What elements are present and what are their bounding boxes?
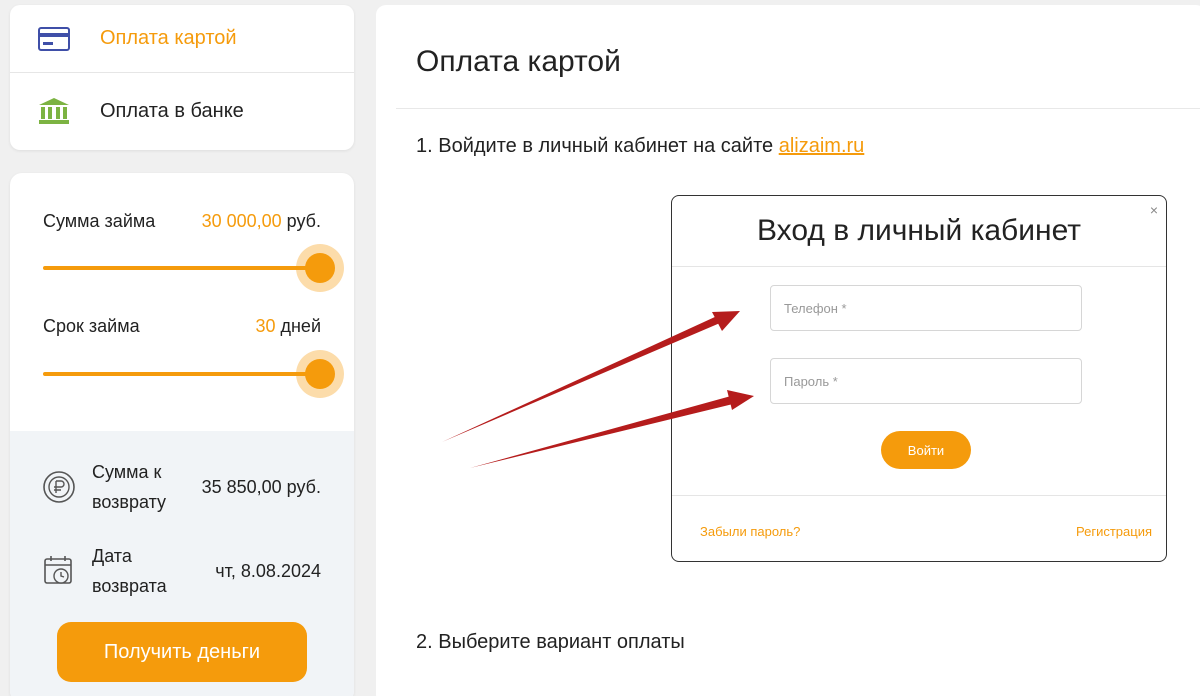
step-2-text: 2. Выберите вариант оплаты — [416, 631, 685, 653]
calendar-clock-icon — [42, 554, 76, 588]
return-sum-row: Сумма к возврату 35 850,00 руб. — [42, 457, 321, 517]
amount-slider[interactable] — [43, 266, 323, 270]
modal-divider — [672, 495, 1166, 496]
amount-unit: руб. — [286, 211, 321, 231]
modal-title: Вход в личный кабинет — [757, 214, 1081, 247]
ruble-coin-icon — [42, 470, 76, 504]
alizaim-link[interactable]: alizaim.ru — [779, 135, 865, 157]
term-value: 30 — [255, 316, 276, 336]
return-date-value: чт, 8.08.2024 — [215, 560, 321, 581]
login-modal-illustration: Вход в личный кабинет × Войти Забыли пар… — [671, 195, 1167, 562]
payment-method-nav: Оплата картой Оплата в банке — [10, 5, 354, 150]
bank-icon — [36, 96, 72, 126]
return-sum-label: Сумма к возврату — [92, 462, 167, 512]
term-slider-handle[interactable] — [296, 350, 344, 398]
forgot-password-link[interactable]: Забыли пароль? — [700, 524, 800, 539]
password-input[interactable] — [770, 358, 1082, 404]
return-sum-value: 35 850,00 руб. — [201, 476, 321, 497]
credit-card-icon — [36, 24, 72, 54]
return-date-label: Дата возврата — [92, 546, 167, 596]
nav-item-label: Оплата в банке — [100, 99, 244, 122]
get-money-button[interactable]: Получить деньги — [57, 622, 307, 682]
main-content: Оплата картой 1. Войдите в личный кабине… — [376, 5, 1200, 696]
login-button[interactable]: Войти — [881, 431, 971, 469]
modal-divider — [672, 266, 1166, 267]
term-slider[interactable] — [43, 372, 323, 376]
nav-item-label: Оплата картой — [100, 27, 237, 49]
phone-input[interactable] — [770, 285, 1082, 331]
close-icon[interactable]: × — [1150, 202, 1158, 218]
amount-slider-handle[interactable] — [296, 244, 344, 292]
page-title: Оплата картой — [416, 45, 621, 78]
title-divider — [396, 108, 1200, 109]
amount-value: 30 000,00 — [201, 211, 282, 231]
nav-item-card-payment[interactable]: Оплата картой — [10, 5, 354, 72]
return-date-row: Дата возврата чт, 8.08.2024 — [42, 541, 321, 601]
register-link[interactable]: Регистрация — [1076, 524, 1152, 539]
term-label: Срок займа — [43, 316, 140, 336]
term-row: Срок займа 30 дней — [43, 316, 321, 337]
nav-item-bank-payment[interactable]: Оплата в банке — [10, 72, 354, 149]
amount-row: Сумма займа 30 000,00 руб. — [43, 211, 321, 232]
amount-label: Сумма займа — [43, 211, 156, 231]
term-unit: дней — [280, 316, 321, 336]
step-1-text: 1. Войдите в личный кабинет на сайте ali… — [416, 135, 865, 157]
loan-calculator: Сумма займа 30 000,00 руб. Срок займа 30… — [10, 173, 354, 696]
